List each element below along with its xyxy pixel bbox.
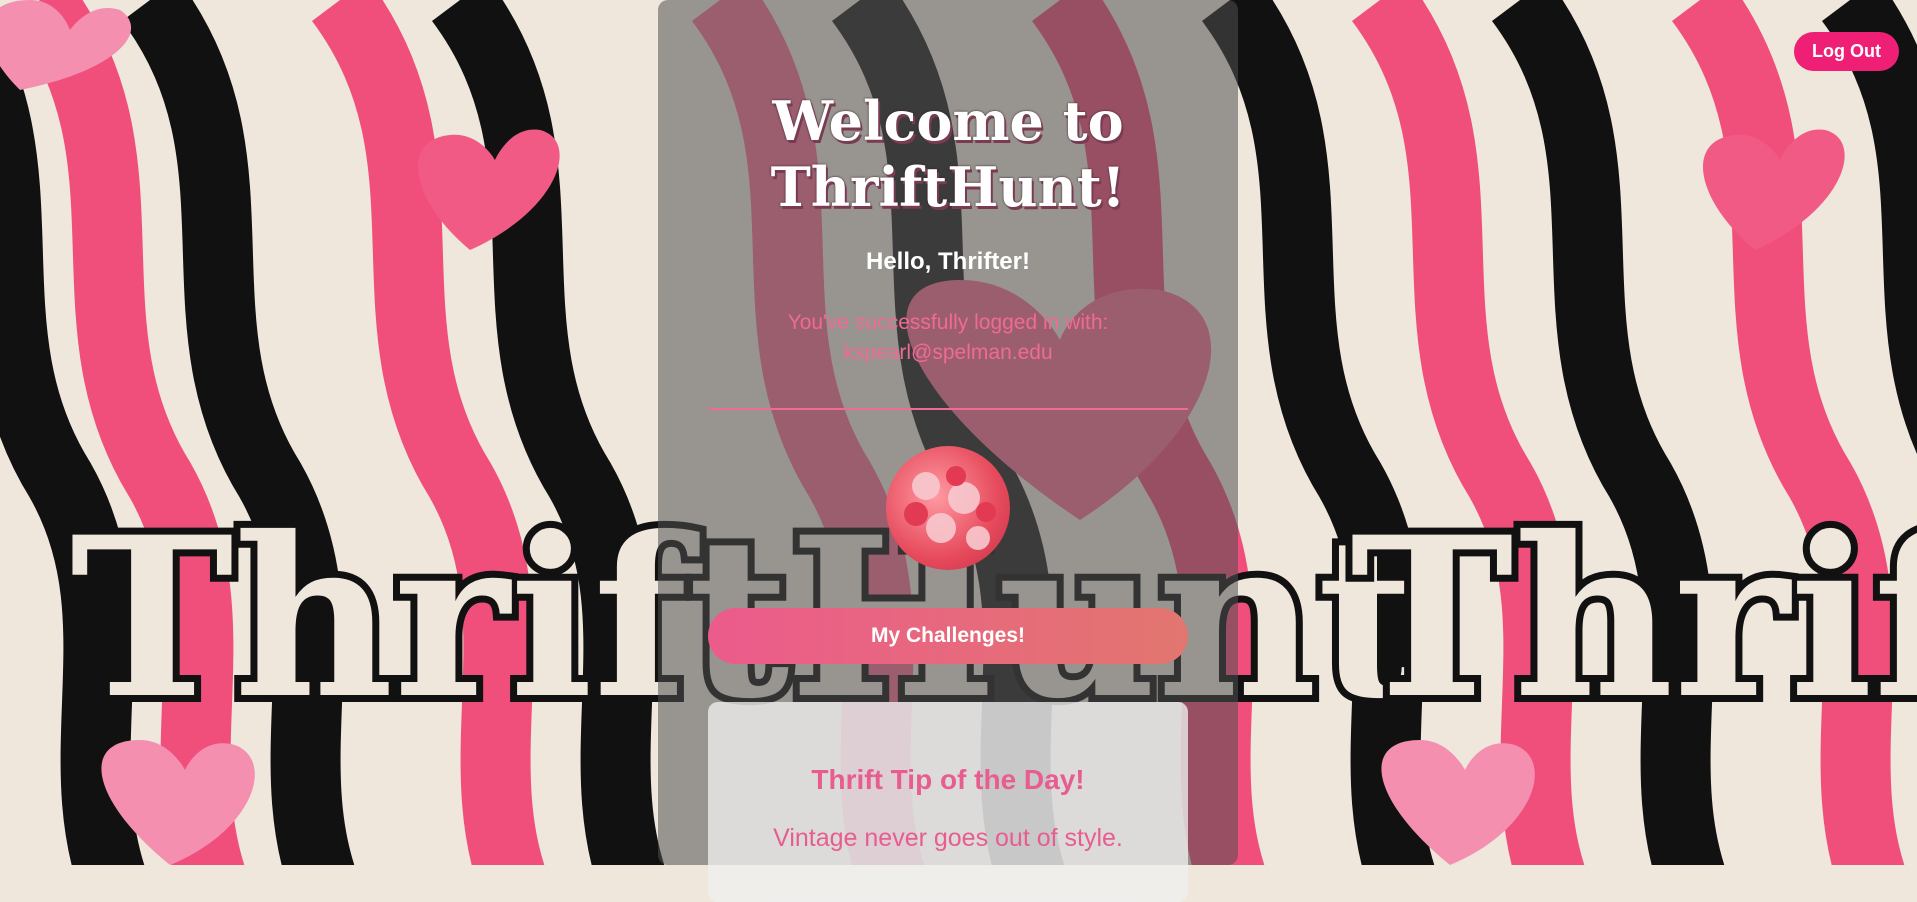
profile-avatar	[886, 446, 1010, 570]
tip-card: Thrift Tip of the Day! Vintage never goe…	[708, 702, 1188, 902]
my-challenges-button[interactable]: My Challenges!	[708, 608, 1188, 664]
login-status: You've successfully logged in with: kspe…	[758, 308, 1138, 368]
page-title: Welcome to ThriftHunt!	[770, 89, 1126, 219]
welcome-card: Welcome to ThriftHunt! Hello, Thrifter! …	[658, 0, 1238, 902]
background-logo-text-right: ThriftHunt	[1350, 488, 1917, 747]
tip-title: Thrift Tip of the Day!	[811, 764, 1085, 795]
login-prefix: You've successfully logged in with:	[787, 311, 1109, 334]
greeting-text: Hello, Thrifter!	[865, 248, 1030, 275]
divider	[708, 408, 1188, 410]
user-email: kspearl@spelman.edu	[843, 341, 1053, 364]
tip-text: Vintage never goes out of style.	[773, 824, 1123, 852]
logout-button[interactable]: Log Out	[1794, 32, 1899, 71]
